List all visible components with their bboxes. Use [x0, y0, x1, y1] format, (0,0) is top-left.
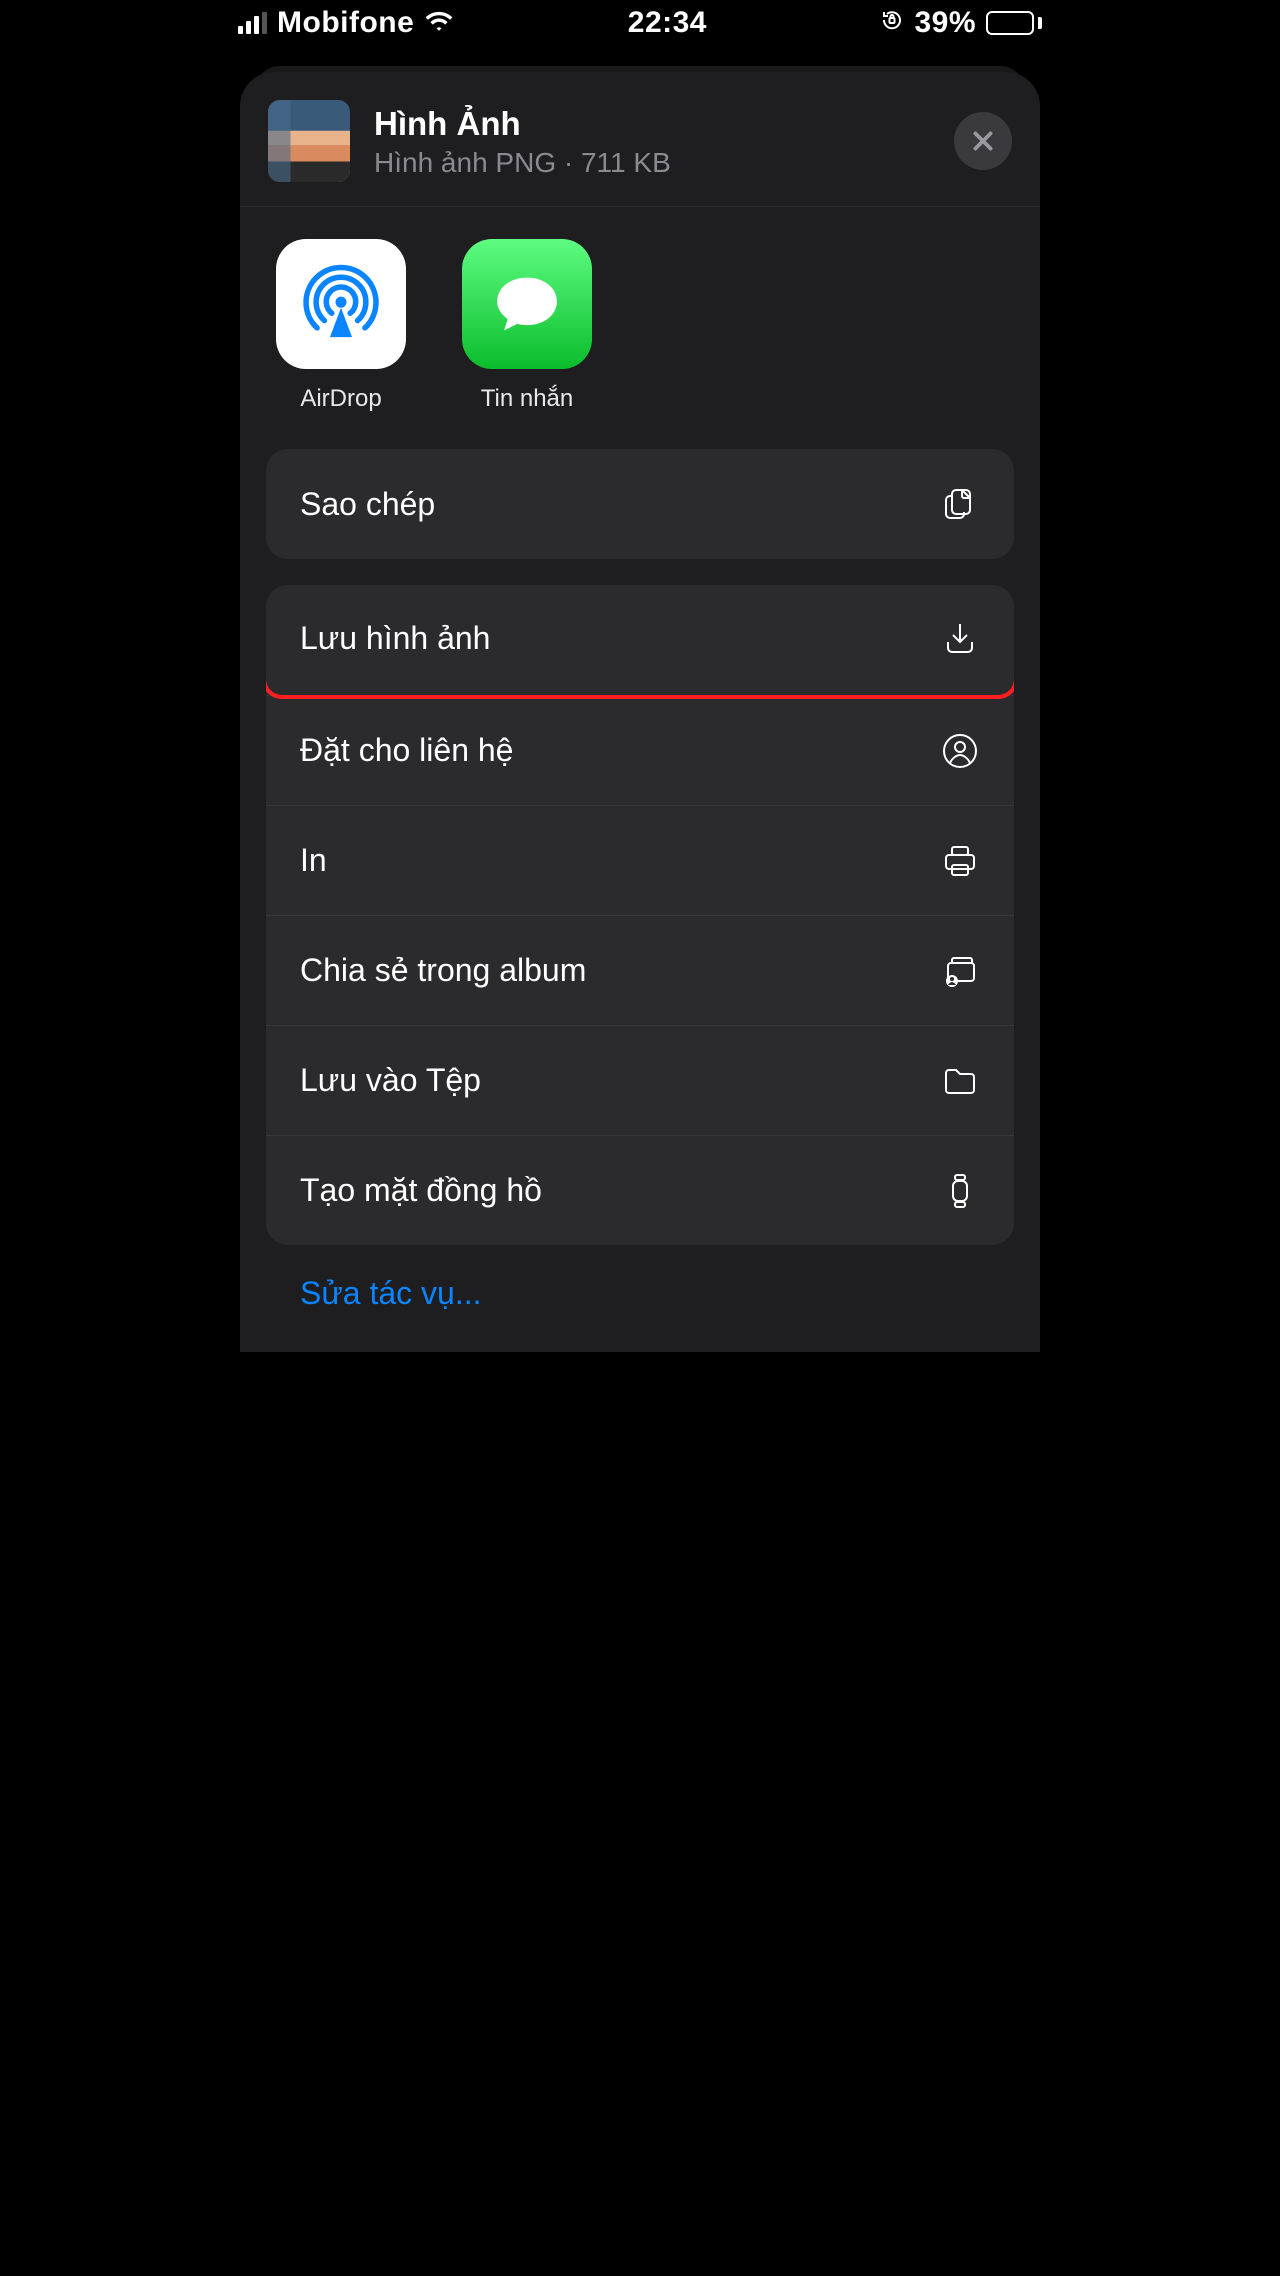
action-label: In	[300, 842, 327, 879]
action-label: Sao chép	[300, 486, 435, 523]
cellular-signal-icon	[238, 12, 267, 34]
edit-actions-label: Sửa tác vụ...	[300, 1275, 482, 1311]
action-label: Tạo mặt đồng hồ	[300, 1172, 542, 1209]
action-label: Đặt cho liên hệ	[300, 732, 513, 769]
shared-album-icon	[940, 951, 980, 991]
status-bar: Mobifone 22:34 39%	[226, 0, 1054, 46]
share-sheet: Hình Ảnh Hình ảnh PNG · 711 KB	[240, 72, 1040, 1352]
action-label: Chia sẻ trong album	[300, 952, 586, 989]
folder-icon	[940, 1061, 980, 1101]
device-frame: Mobifone 22:34 39%	[226, 0, 1054, 1352]
action-group-main: Lưu hình ảnh Đặt cho liên hệ In	[266, 585, 1014, 1245]
sheet-header: Hình Ảnh Hình ảnh PNG · 711 KB	[240, 72, 1040, 207]
action-group-copy: Sao chép	[266, 449, 1014, 559]
share-apps-row[interactable]: AirDrop Tin nhắn	[240, 207, 1040, 449]
copy-icon	[940, 484, 980, 524]
sheet-title: Hình Ảnh	[374, 103, 930, 144]
sheet-title-block: Hình Ảnh Hình ảnh PNG · 711 KB	[374, 103, 930, 178]
share-app-airdrop[interactable]: AirDrop	[276, 239, 406, 413]
share-app-label: AirDrop	[300, 385, 381, 413]
action-save-image[interactable]: Lưu hình ảnh	[266, 585, 1014, 699]
battery-pct-label: 39%	[914, 6, 976, 40]
messages-icon	[462, 239, 592, 369]
action-label: Lưu vào Tệp	[300, 1062, 481, 1099]
printer-icon	[940, 841, 980, 881]
action-label: Lưu hình ảnh	[300, 620, 490, 657]
action-print[interactable]: In	[266, 805, 1014, 915]
edit-actions-button[interactable]: Sửa tác vụ...	[266, 1275, 1014, 1312]
clock-label: 22:34	[628, 6, 707, 40]
action-copy[interactable]: Sao chép	[266, 449, 1014, 559]
action-create-watch-face[interactable]: Tạo mặt đồng hồ	[266, 1135, 1014, 1245]
action-save-files[interactable]: Lưu vào Tệp	[266, 1025, 1014, 1135]
image-thumbnail	[268, 100, 350, 182]
battery-icon	[986, 11, 1042, 35]
carrier-label: Mobifone	[277, 6, 414, 40]
download-icon	[940, 618, 980, 658]
close-icon	[970, 128, 996, 154]
sheet-subtitle: Hình ảnh PNG · 711 KB	[374, 147, 930, 179]
contact-icon	[940, 731, 980, 771]
watch-icon	[940, 1171, 980, 1211]
action-share-album[interactable]: Chia sẻ trong album	[266, 915, 1014, 1025]
action-assign-contact[interactable]: Đặt cho liên hệ	[266, 695, 1014, 805]
status-left: Mobifone	[238, 6, 454, 40]
orientation-lock-icon	[880, 6, 904, 40]
close-button[interactable]	[954, 112, 1012, 170]
status-right: 39%	[880, 6, 1042, 40]
share-app-messages[interactable]: Tin nhắn	[462, 239, 592, 413]
wifi-icon	[424, 6, 454, 40]
airdrop-icon	[276, 239, 406, 369]
share-app-label: Tin nhắn	[481, 385, 574, 413]
